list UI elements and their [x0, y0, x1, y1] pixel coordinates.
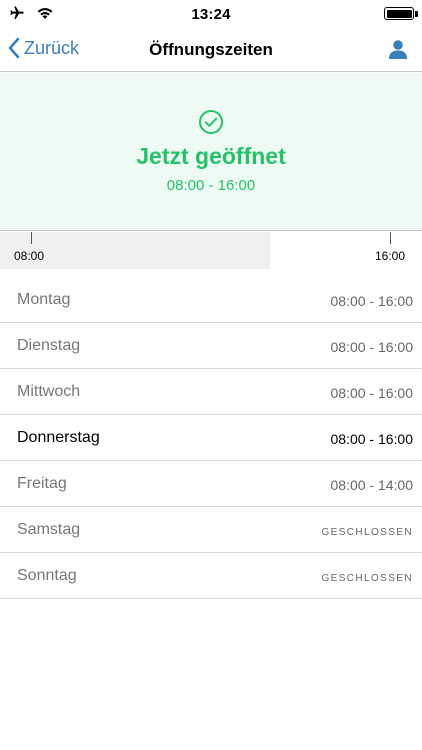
day-name: Donnerstag	[17, 429, 100, 446]
timeline-end-label: 16:00	[375, 249, 406, 263]
day-row-donnerstag: Donnerstag 08:00 - 16:00	[0, 415, 422, 461]
day-row-montag: Montag 08:00 - 16:00	[0, 277, 422, 323]
day-hours: 08:00 - 14:00	[330, 477, 413, 493]
day-hours: 08:00 - 16:00	[330, 431, 413, 447]
day-hours: 08:00 - 16:00	[330, 385, 413, 401]
open-status-card: Jetzt geöffnet 08:00 - 16:00	[0, 73, 422, 231]
day-name: Dienstag	[17, 337, 81, 354]
day-name: Samstag	[17, 521, 81, 538]
open-status-hours: 08:00 - 16:00	[166, 177, 256, 194]
day-row-dienstag: Dienstag 08:00 - 16:00	[0, 323, 422, 369]
open-status-title: Jetzt geöffnet	[136, 143, 286, 169]
day-hours: 08:00 - 16:00	[330, 293, 413, 309]
day-name: Mittwoch	[17, 383, 81, 400]
day-hours-closed: GESCHLOSSEN	[321, 573, 413, 584]
day-row-mittwoch: Mittwoch 08:00 - 16:00	[0, 369, 422, 415]
battery-icon	[384, 7, 414, 20]
day-name: Sonntag	[17, 567, 77, 584]
status-time: 13:24	[191, 6, 231, 23]
timeline-start-tick	[31, 232, 32, 244]
row-divider	[0, 598, 422, 599]
timeline-start-label: 08:00	[14, 249, 45, 263]
opening-timeline: 08:00 16:00	[0, 232, 422, 269]
timeline-end-tick	[390, 232, 391, 244]
day-row-sonntag: Sonntag GESCHLOSSEN	[0, 553, 422, 599]
back-label: Zurück	[24, 37, 80, 58]
battery-nub	[415, 11, 418, 17]
day-row-freitag: Freitag 08:00 - 14:00	[0, 461, 422, 507]
navigation-bar: Zurück Öffnungszeiten	[0, 28, 422, 72]
day-name: Freitag	[17, 475, 67, 492]
check-circle-icon	[199, 110, 223, 134]
day-hours-closed: GESCHLOSSEN	[321, 527, 413, 538]
person-icon	[389, 40, 407, 59]
status-bar: 13:24	[0, 0, 422, 28]
profile-button[interactable]	[388, 39, 408, 64]
day-row-samstag: Samstag GESCHLOSSEN	[0, 507, 422, 553]
weekly-hours-list: Montag 08:00 - 16:00 Dienstag 08:00 - 16…	[0, 277, 422, 599]
chevron-left-icon	[8, 37, 20, 59]
day-hours: 08:00 - 16:00	[330, 339, 413, 355]
back-button[interactable]: Zurück	[8, 37, 79, 59]
day-name: Montag	[17, 291, 71, 308]
